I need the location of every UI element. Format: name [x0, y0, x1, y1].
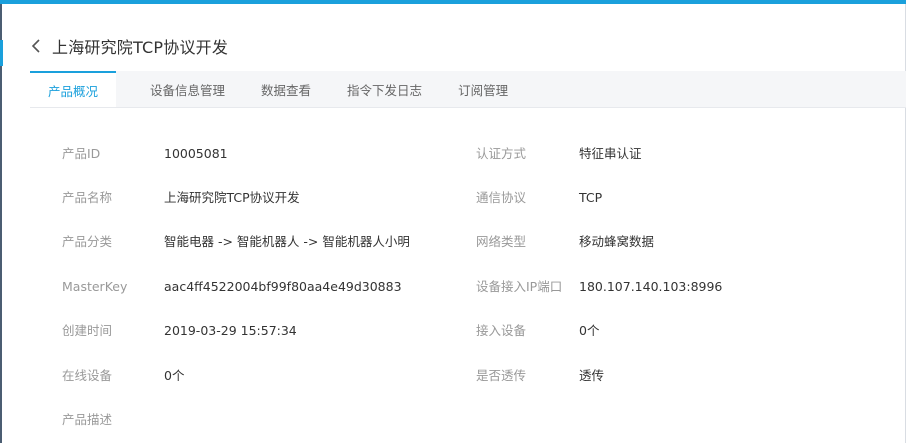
value-device-ip-port: 180.107.140.103:8996	[579, 279, 723, 294]
left-sidebar-edge	[0, 4, 2, 443]
chevron-left-icon	[31, 39, 40, 53]
label-product-name: 产品名称	[62, 190, 113, 205]
label-connected-devices: 接入设备	[476, 323, 527, 338]
tab-device-info-management[interactable]: 设备信息管理	[132, 71, 243, 107]
value-protocol: TCP	[579, 190, 603, 205]
label-protocol: 通信协议	[476, 190, 527, 205]
value-product-name: 上海研究院TCP协议开发	[164, 190, 300, 205]
label-online-devices: 在线设备	[62, 368, 113, 383]
top-accent-bar	[0, 0, 906, 4]
value-product-category: 智能电器 -> 智能机器人 -> 智能机器人小明	[164, 234, 410, 249]
value-transparent-transmission: 透传	[579, 368, 605, 383]
label-auth-method: 认证方式	[476, 146, 527, 161]
value-masterkey: aac4ff4522004bf99f80aa4e49d30883	[164, 279, 402, 294]
label-network-type: 网络类型	[476, 234, 527, 249]
value-product-id: 10005081	[164, 146, 228, 161]
tab-bar: 产品概况 设备信息管理 数据查看 指令下发日志 订阅管理	[30, 71, 906, 108]
left-active-indicator	[0, 40, 3, 66]
label-product-description: 产品描述	[62, 412, 113, 427]
tab-command-log[interactable]: 指令下发日志	[329, 71, 440, 107]
value-connected-devices: 0个	[579, 323, 600, 338]
page-header: 上海研究院TCP协议开发	[30, 32, 228, 60]
value-auth-method: 特征串认证	[579, 146, 642, 161]
tab-subscription-management[interactable]: 订阅管理	[440, 71, 526, 107]
tab-data-view[interactable]: 数据查看	[243, 71, 329, 107]
back-button[interactable]	[30, 32, 52, 60]
label-transparent-transmission: 是否透传	[476, 368, 527, 383]
label-created-time: 创建时间	[62, 323, 113, 338]
label-masterkey: MasterKey	[62, 279, 128, 294]
label-product-category: 产品分类	[62, 234, 113, 249]
tab-product-overview[interactable]: 产品概况	[30, 71, 117, 107]
value-created-time: 2019-03-29 15:57:34	[164, 323, 297, 338]
page-title: 上海研究院TCP协议开发	[52, 38, 229, 57]
label-device-ip-port: 设备接入IP端口	[476, 279, 563, 294]
value-network-type: 移动蜂窝数据	[579, 234, 655, 249]
value-online-devices: 0个	[164, 368, 185, 383]
label-product-id: 产品ID	[62, 146, 101, 161]
